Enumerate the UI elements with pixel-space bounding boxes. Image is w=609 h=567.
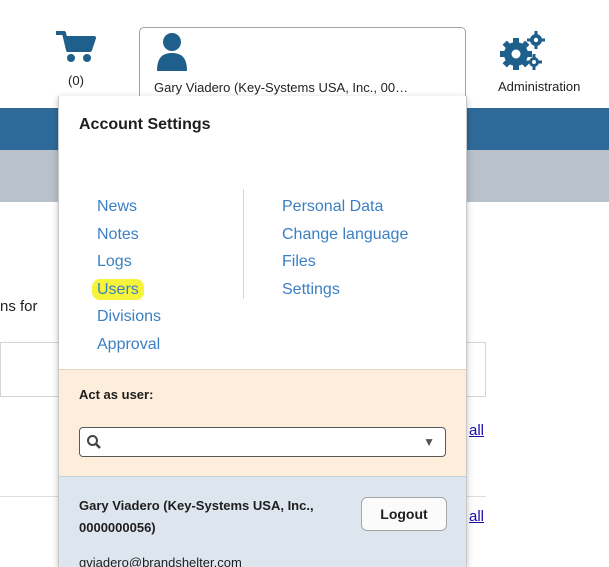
logout-button[interactable]: Logout bbox=[361, 497, 447, 531]
caret-down-icon: ▼ bbox=[423, 435, 435, 449]
current-user-section: Gary Viadero (Key-Systems USA, Inc., 000… bbox=[59, 476, 466, 567]
link-approval[interactable]: Approval bbox=[97, 331, 161, 359]
administration-label: Administration bbox=[498, 79, 581, 94]
users-highlight-row: Users bbox=[92, 276, 161, 304]
link-divisions[interactable]: Divisions bbox=[97, 303, 161, 331]
administration-button[interactable]: Administration bbox=[492, 30, 609, 100]
account-button[interactable]: Gary Viadero (Key-Systems USA, Inc., 00… bbox=[139, 27, 466, 101]
link-files[interactable]: Files bbox=[282, 248, 408, 276]
cart-button[interactable]: (0) bbox=[46, 30, 106, 100]
column-divider bbox=[243, 189, 244, 299]
gears-icon bbox=[500, 31, 545, 70]
user-icon bbox=[157, 33, 187, 71]
account-button-label: Gary Viadero (Key-Systems USA, Inc., 00… bbox=[154, 80, 409, 95]
link-personal-data[interactable]: Personal Data bbox=[282, 193, 408, 221]
cart-icon bbox=[56, 31, 96, 62]
cart-count: (0) bbox=[68, 73, 84, 88]
search-icon bbox=[87, 435, 101, 449]
dropdown-title: Account Settings bbox=[79, 116, 211, 133]
link-users[interactable]: Users bbox=[92, 278, 144, 300]
left-link-column: News Notes Logs Users Divisions Approval bbox=[92, 193, 161, 359]
act-as-user-section: Act as user: ▼ bbox=[59, 369, 466, 476]
current-user-name: Gary Viadero (Key-Systems USA, Inc., 000… bbox=[79, 498, 314, 535]
act-as-user-label: Act as user: bbox=[79, 387, 154, 402]
right-link-column: Personal Data Change language Files Sett… bbox=[282, 193, 408, 303]
link-news[interactable]: News bbox=[97, 193, 161, 221]
link-change-language[interactable]: Change language bbox=[282, 221, 408, 249]
show-all-link[interactable]: all bbox=[469, 422, 484, 439]
act-as-user-select[interactable]: ▼ bbox=[79, 427, 446, 457]
link-logs[interactable]: Logs bbox=[97, 248, 161, 276]
background-partial-text: ns for bbox=[0, 298, 38, 315]
link-notes[interactable]: Notes bbox=[97, 221, 161, 249]
current-user-email: gviadero@brandshelter.com bbox=[79, 555, 242, 567]
link-settings[interactable]: Settings bbox=[282, 276, 408, 304]
show-all-link-2[interactable]: all bbox=[469, 508, 484, 525]
account-dropdown: Account Settings News Notes Logs Users D… bbox=[58, 96, 467, 567]
